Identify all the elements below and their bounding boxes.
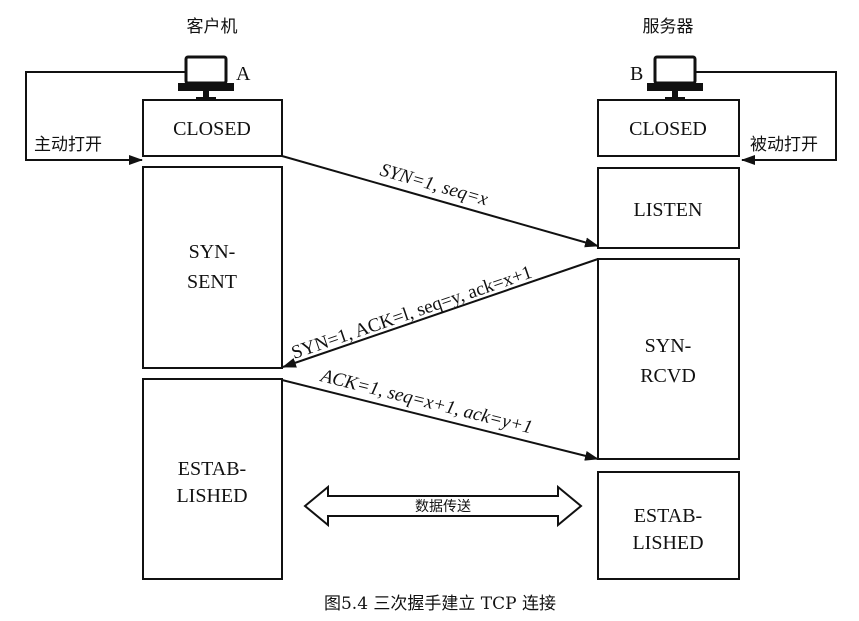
client-syn-sent-line1: SYN-: [189, 241, 236, 263]
client-established-line2: LISHED: [176, 485, 247, 507]
syn-arrow: [281, 155, 599, 248]
client-computer-icon: [178, 55, 234, 100]
ack-arrow: [281, 379, 599, 461]
ack-message-label: ACK=1, seq=x+1, ack=y+1: [317, 365, 535, 438]
server-title: 服务器: [643, 17, 694, 37]
server-established-line2: LISHED: [632, 532, 703, 554]
client-title: 客户机: [187, 17, 238, 37]
server-label: B: [630, 63, 643, 85]
client-closed-label: CLOSED: [173, 118, 251, 140]
server-syn-rcvd-line2: RCVD: [640, 365, 696, 387]
passive-open-label: 被动打开: [750, 135, 818, 155]
server-listen-label: LISTEN: [634, 199, 703, 221]
server-syn-rcvd-box: [597, 258, 740, 460]
syn-ack-message-label: SYN=1, ACK=l, seq=y, ack=x+1: [289, 262, 535, 364]
server-syn-rcvd-line1: SYN-: [645, 335, 692, 357]
active-open-label: 主动打开: [34, 135, 102, 155]
client-syn-sent-line2: SENT: [187, 271, 237, 293]
figure-caption: 图5.4 三次握手建立 TCP 连接: [324, 594, 556, 614]
client-syn-sent-box: [142, 166, 283, 369]
server-closed-label: CLOSED: [629, 118, 707, 140]
client-established-line1: ESTAB-: [178, 458, 246, 480]
data-transfer-label: 数据传送: [415, 499, 471, 515]
server-established-line1: ESTAB-: [634, 505, 702, 527]
syn-message-label: SYN=1, seq=x: [378, 160, 491, 211]
server-computer-icon: [647, 55, 703, 100]
tcp-handshake-diagram: 客户机 服务器 A B 主动打开 被动打开 CLOSED SYN- SENT E…: [25, 17, 837, 614]
client-label: A: [236, 63, 251, 85]
